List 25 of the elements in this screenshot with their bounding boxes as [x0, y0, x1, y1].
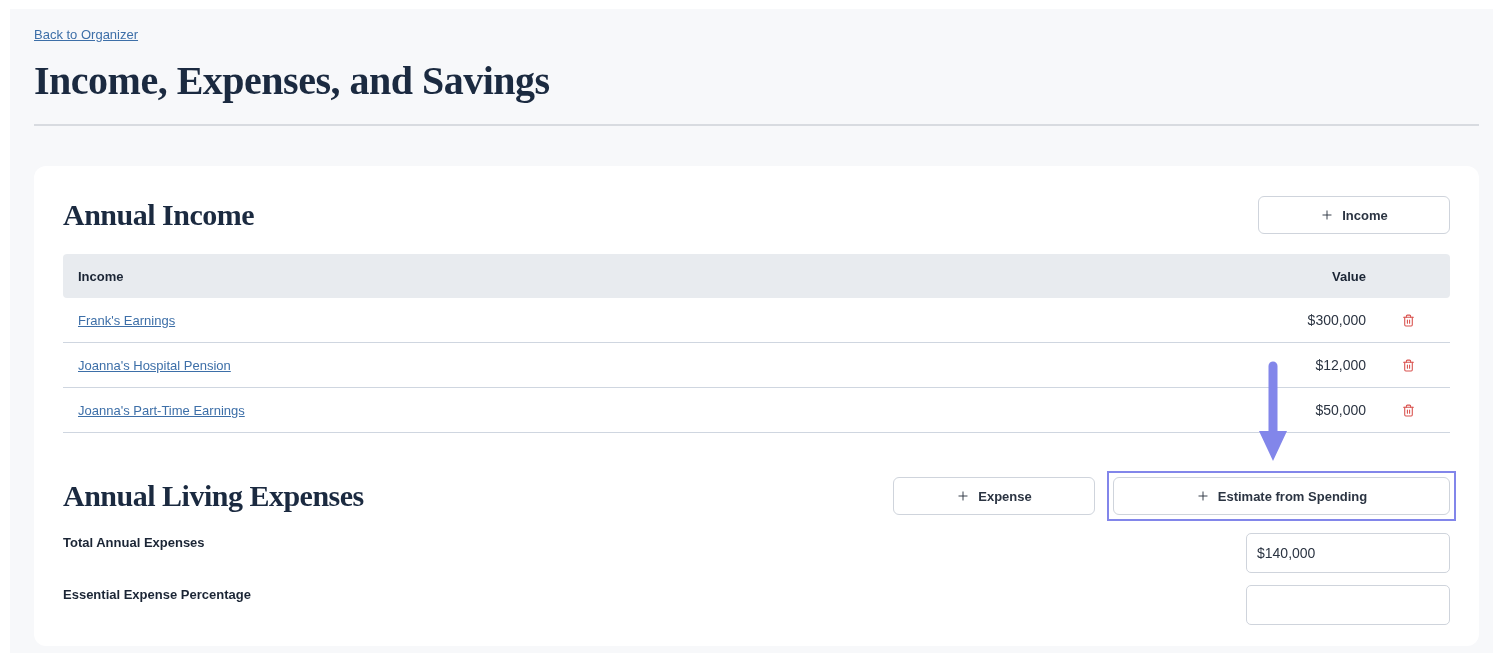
income-link[interactable]: Joanna's Hospital Pension: [63, 357, 231, 373]
plus-icon: [956, 489, 971, 503]
income-link[interactable]: Frank's Earnings: [63, 312, 176, 328]
plus-icon: [1320, 208, 1335, 222]
add-expense-button[interactable]: Expense: [893, 477, 1095, 515]
field-label: Essential Expense Percentage: [63, 587, 251, 602]
section-heading: Annual Living Expenses: [63, 479, 364, 513]
field-label: Total Annual Expenses: [63, 535, 205, 550]
back-link[interactable]: Back to Organizer: [34, 27, 139, 42]
delete-icon[interactable]: [1401, 313, 1415, 327]
delete-icon[interactable]: [1401, 358, 1415, 372]
input-field[interactable]: $140,000: [1246, 533, 1450, 573]
add-income-button[interactable]: Income: [1258, 196, 1450, 234]
income-link[interactable]: Joanna's Part-Time Earnings: [63, 402, 245, 418]
value-cell-text: $300,000: [1306, 312, 1366, 328]
estimate-button[interactable]: Estimate from Spending: [1113, 477, 1450, 515]
section-heading: Annual Income: [63, 198, 255, 232]
plus-icon: [1195, 489, 1210, 503]
delete-icon[interactable]: [1401, 403, 1415, 417]
page-title: Income, Expenses, and Savings: [34, 57, 551, 104]
column-header: Value: [1331, 268, 1366, 284]
input-field[interactable]: [1246, 585, 1450, 625]
value-cell-text: $50,000: [1314, 402, 1366, 418]
value-cell-text: $12,000: [1314, 357, 1366, 373]
column-header: Income: [77, 268, 125, 284]
